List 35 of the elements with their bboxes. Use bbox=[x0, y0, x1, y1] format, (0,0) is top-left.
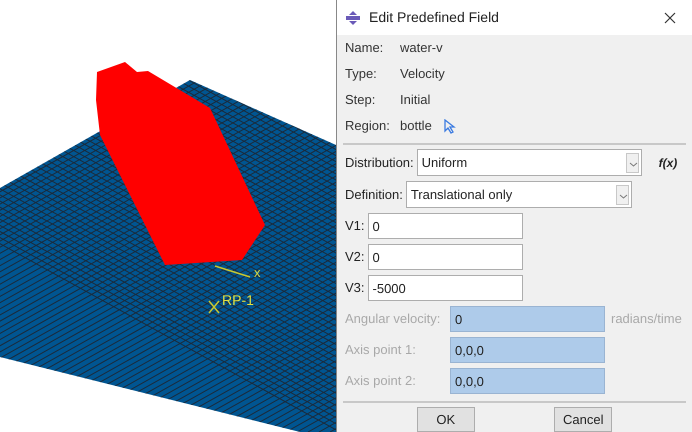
definition-dropdown[interactable]: Translational only bbox=[406, 181, 632, 208]
input-field[interactable]: 0 bbox=[368, 213, 523, 239]
info-value: Velocity bbox=[400, 65, 445, 84]
field-label: V1: bbox=[345, 217, 365, 236]
definition-label: Definition: bbox=[345, 186, 403, 204]
input-field[interactable]: -5000 bbox=[368, 275, 523, 301]
chevron-down-icon bbox=[626, 152, 639, 172]
input-field[interactable]: 0 bbox=[368, 244, 523, 270]
window-title: Edit Predefined Field bbox=[369, 8, 500, 27]
axis-label: x bbox=[254, 266, 260, 279]
info-label: Region: bbox=[345, 117, 391, 136]
field-label: Axis point 1: bbox=[345, 341, 417, 360]
cursor-arrow-icon[interactable] bbox=[444, 118, 456, 134]
axis-line bbox=[214, 265, 250, 278]
function-button[interactable]: f(x) bbox=[658, 154, 678, 172]
info-value: water-v bbox=[400, 39, 443, 58]
field-label: V2: bbox=[345, 248, 365, 266]
chevron-down-icon bbox=[616, 184, 629, 204]
field-label: Angular velocity: bbox=[345, 310, 442, 328]
info-value: Initial bbox=[400, 91, 430, 110]
reference-point-icon bbox=[208, 300, 220, 314]
reference-point-label: RP-1 bbox=[222, 293, 254, 307]
app-icon bbox=[345, 10, 361, 26]
info-label: Type: bbox=[345, 65, 378, 84]
info-label: Step: bbox=[345, 91, 376, 110]
info-label: Name: bbox=[345, 39, 384, 58]
info-value: bottle bbox=[400, 117, 432, 136]
unit-label: radians/time bbox=[611, 310, 682, 328]
distribution-dropdown[interactable]: Uniform bbox=[416, 149, 642, 176]
dialog-button[interactable]: OK bbox=[416, 407, 475, 432]
dialog-button[interactable]: Cancel bbox=[554, 407, 612, 432]
field-label: V3: bbox=[345, 279, 365, 298]
close-icon[interactable] bbox=[664, 12, 676, 24]
field-label: Axis point 2: bbox=[345, 372, 417, 390]
distribution-label: Distribution: bbox=[345, 154, 414, 172]
